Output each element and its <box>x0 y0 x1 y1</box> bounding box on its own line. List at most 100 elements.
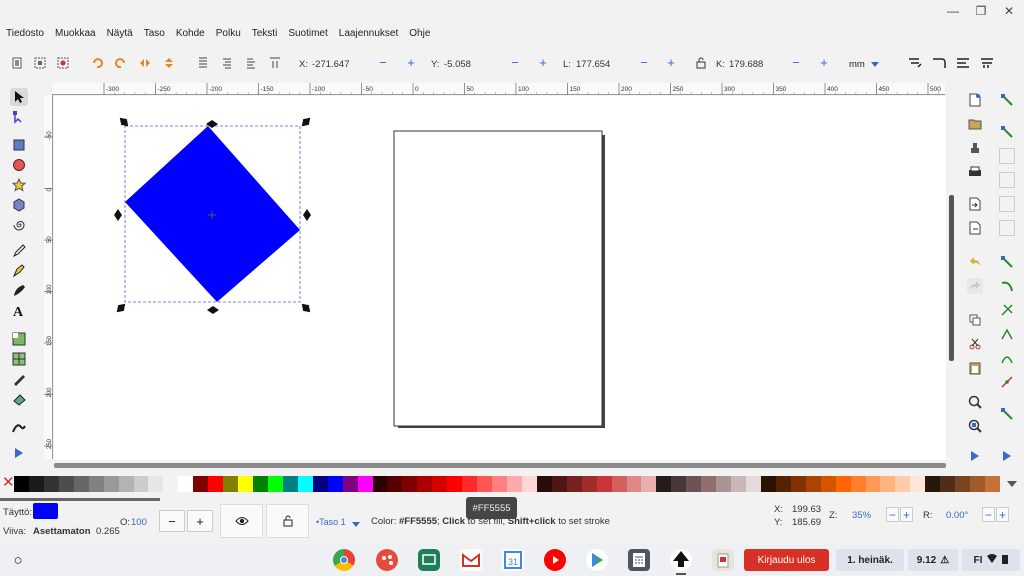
resize-handle-w[interactable] <box>114 209 122 221</box>
color-swatch[interactable] <box>641 476 657 492</box>
gmail-icon[interactable] <box>460 549 482 571</box>
snap-nodes-icon[interactable] <box>999 254 1015 270</box>
color-swatch[interactable] <box>551 476 568 492</box>
x-decrement-button[interactable]: − <box>377 56 389 70</box>
snap-intersection-icon[interactable] <box>999 302 1015 318</box>
zoom-in-button[interactable]: + <box>900 507 913 522</box>
lock-ratio-icon[interactable] <box>694 56 708 70</box>
color-swatch[interactable] <box>417 476 433 492</box>
color-swatch[interactable] <box>686 476 702 492</box>
snap-bbox-center-icon[interactable] <box>999 220 1015 236</box>
flip-vertical-icon[interactable] <box>162 56 176 70</box>
rotate-ccw-icon[interactable] <box>90 56 104 70</box>
classroom-icon[interactable] <box>418 549 440 571</box>
width-increment-button[interactable]: + <box>665 56 677 70</box>
color-swatch[interactable] <box>671 476 687 492</box>
snap-enable-icon[interactable] <box>999 92 1015 108</box>
snap-others-icon[interactable] <box>999 406 1015 422</box>
color-swatch[interactable] <box>312 476 329 492</box>
close-button[interactable]: ✕ <box>1002 4 1016 18</box>
chrome-icon[interactable] <box>333 549 355 571</box>
color-swatch[interactable] <box>372 476 388 492</box>
color-swatch[interactable] <box>462 476 478 492</box>
width-field[interactable]: 177.654 <box>576 59 610 70</box>
color-swatch[interactable] <box>656 476 672 492</box>
restore-button[interactable]: ❐ <box>974 4 988 18</box>
zoom-field[interactable]: 35% <box>852 510 871 521</box>
color-swatch[interactable] <box>940 476 956 492</box>
resize-handle-nw[interactable] <box>117 115 131 129</box>
color-swatch[interactable] <box>223 476 239 492</box>
color-swatch[interactable] <box>43 476 60 492</box>
color-swatch[interactable] <box>865 476 881 492</box>
color-swatch[interactable] <box>103 476 120 492</box>
select-all-layers-icon[interactable] <box>33 56 47 70</box>
color-swatch[interactable] <box>193 476 209 492</box>
color-swatch[interactable] <box>835 476 852 492</box>
snap-bbox-corner-icon[interactable] <box>999 172 1015 188</box>
height-increment-button[interactable]: + <box>818 56 830 70</box>
color-swatch[interactable] <box>342 476 359 492</box>
color-swatch[interactable] <box>133 476 149 492</box>
redo-icon[interactable] <box>967 278 983 294</box>
canvas-drawing[interactable] <box>54 96 946 460</box>
color-swatch[interactable] <box>178 476 194 492</box>
toggle-layer-visibility-button[interactable] <box>220 504 263 538</box>
layer-dropdown-chevron-icon[interactable] <box>352 519 360 530</box>
zoom-selection-icon[interactable] <box>967 394 983 410</box>
rotate-cw-button[interactable]: + <box>996 507 1009 522</box>
resize-handle-s[interactable] <box>207 306 219 314</box>
color-swatch[interactable] <box>163 476 179 492</box>
flip-horizontal-icon[interactable] <box>138 56 152 70</box>
color-swatch[interactable] <box>820 476 837 492</box>
calculator-icon[interactable] <box>628 549 650 571</box>
color-swatch[interactable] <box>731 476 747 492</box>
menu-file[interactable]: Tiedosto <box>6 28 44 39</box>
menu-object[interactable]: Kohde <box>176 28 205 39</box>
export-icon[interactable] <box>967 220 983 236</box>
color-swatch[interactable] <box>267 476 284 492</box>
snap-bbox-midpoint-icon[interactable] <box>999 196 1015 212</box>
youtube-icon[interactable] <box>544 549 566 571</box>
canvas-app-icon[interactable] <box>376 549 398 571</box>
new-document-icon[interactable] <box>967 92 983 108</box>
opacity-increment-button[interactable]: + <box>187 510 213 532</box>
color-swatch[interactable] <box>327 476 344 492</box>
rotate-ccw-button[interactable]: − <box>982 507 995 522</box>
color-swatch[interactable] <box>432 476 448 492</box>
color-swatch[interactable] <box>357 476 374 492</box>
save-icon[interactable] <box>967 140 983 156</box>
color-swatch[interactable] <box>805 476 822 492</box>
x-field[interactable]: -271.647 <box>312 59 350 70</box>
zoom-out-button[interactable]: − <box>886 507 899 522</box>
y-increment-button[interactable]: + <box>537 56 549 70</box>
color-swatch[interactable] <box>925 476 941 492</box>
selector-tool-icon[interactable] <box>10 88 28 106</box>
current-layer[interactable]: •Taso 1 <box>316 517 346 527</box>
color-swatch[interactable] <box>536 476 553 492</box>
menu-extensions[interactable]: Laajennukset <box>339 28 399 39</box>
menu-path[interactable]: Polku <box>216 28 241 39</box>
horizontal-scrollbar[interactable] <box>54 463 946 468</box>
cards-app-icon[interactable] <box>712 549 734 571</box>
play-store-icon[interactable] <box>586 549 608 571</box>
color-swatch[interactable] <box>970 476 986 492</box>
transform-gradients-icon[interactable] <box>956 56 970 70</box>
color-swatch[interactable] <box>507 476 523 492</box>
color-swatch[interactable] <box>596 476 613 492</box>
scale-corners-icon[interactable] <box>932 56 946 70</box>
snaps-more-icon[interactable] <box>999 448 1015 464</box>
paste-icon[interactable] <box>967 360 983 376</box>
palette-menu-icon[interactable] <box>1004 477 1020 491</box>
resize-handle-ne[interactable] <box>299 115 313 129</box>
color-swatch[interactable] <box>148 476 164 492</box>
color-swatch[interactable] <box>492 476 508 492</box>
lower-icon[interactable] <box>220 56 234 70</box>
launcher-button[interactable]: ○ <box>8 550 28 570</box>
logout-button[interactable]: Kirjaudu ulos <box>744 549 829 571</box>
transform-patterns-icon[interactable] <box>980 56 994 70</box>
resize-handle-se[interactable] <box>299 301 313 315</box>
resize-handle-e[interactable] <box>303 209 311 221</box>
copy-icon[interactable] <box>967 312 983 328</box>
print-icon[interactable] <box>967 164 983 180</box>
